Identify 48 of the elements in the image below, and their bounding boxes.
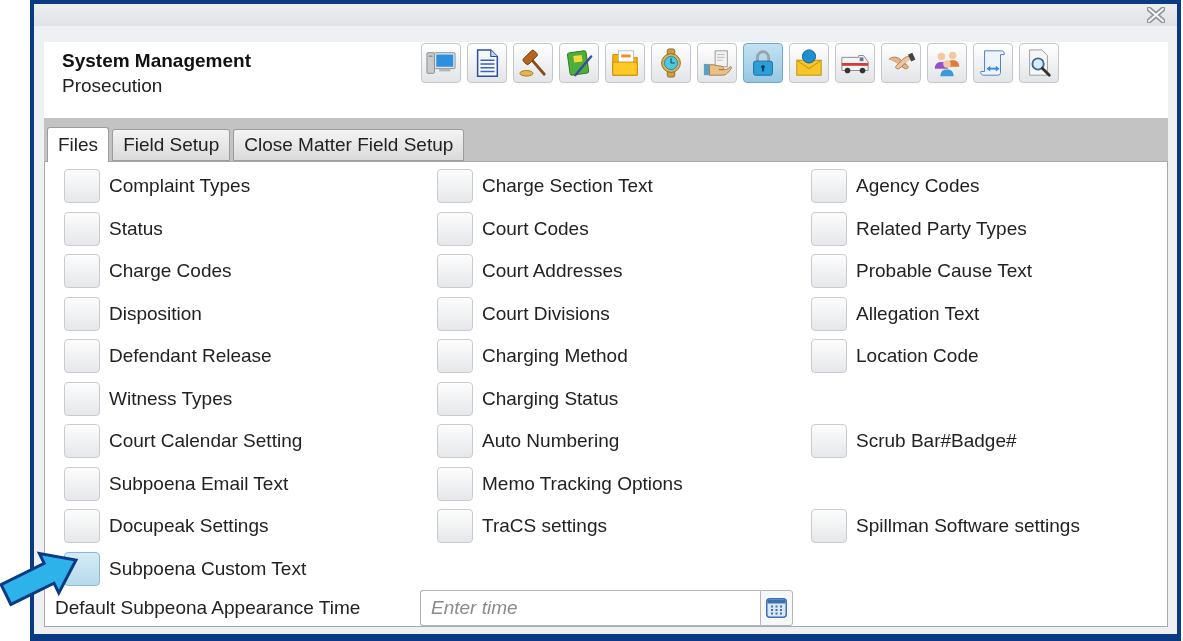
file-label: Charging Method (482, 345, 628, 368)
file-label: Location Code (856, 345, 979, 368)
envelope-icon (794, 48, 824, 78)
file-label: Court Codes (482, 217, 589, 240)
tab[interactable]: Field Setup (112, 129, 231, 161)
toolbar-button[interactable] (513, 43, 553, 83)
header-title: System Management (62, 49, 251, 73)
folder-icon (610, 48, 640, 78)
file-label: Court Calendar Setting (109, 430, 303, 453)
file-label: Auto Numbering (482, 430, 620, 453)
file-label: Spillman Software settings (856, 515, 1080, 538)
file-label: Charge Codes (109, 260, 232, 283)
file-label: Agency Codes (856, 175, 980, 198)
file-label: Witness Types (109, 387, 233, 410)
file-label: Court Divisions (482, 302, 610, 325)
file-label: Probable Cause Text (856, 260, 1033, 283)
toolbar-button[interactable] (467, 43, 507, 83)
time-input[interactable]: Enter time (420, 590, 760, 626)
gavel-icon (518, 48, 548, 78)
toolbar-button[interactable] (1019, 43, 1059, 83)
file-label: Complaint Types (109, 175, 251, 198)
close-icon (1147, 7, 1165, 23)
file-label: Disposition (109, 302, 202, 325)
file-label: Status (109, 217, 163, 240)
file-label: Court Addresses (482, 260, 623, 283)
file-label: Allegation Text (856, 302, 980, 325)
file-label: Scrub Bar#Badge# (856, 430, 1017, 453)
file-label: Charge Section Text (482, 175, 653, 198)
tab[interactable]: Close Matter Field Setup (233, 129, 465, 161)
header-subtitle: Prosecution (62, 74, 163, 98)
hand-document-icon (702, 48, 732, 78)
file-label: Docupeak Settings (109, 515, 269, 538)
calendar-icon (766, 598, 787, 618)
toolbar-button[interactable] (559, 43, 599, 83)
scroll-icon (978, 48, 1008, 78)
file-label: Subpoena Custom Text (109, 557, 307, 580)
file-label: Memo Tracking Options (482, 472, 683, 495)
notebook-icon (564, 48, 594, 78)
field-label: Default Subpeona Appearance Time (55, 596, 362, 620)
file-label: Charging Status (482, 387, 619, 410)
toolbar-button[interactable] (835, 43, 875, 83)
file-label: Related Party Types (856, 217, 1027, 240)
tab[interactable]: Files (47, 127, 110, 162)
close-button[interactable] (1147, 7, 1165, 23)
file-label: TraCS settings (482, 515, 607, 538)
calendar-button[interactable] (760, 590, 793, 626)
file-label: Subpoena Email Text (109, 472, 289, 495)
file-label: Defendant Release (109, 345, 272, 368)
